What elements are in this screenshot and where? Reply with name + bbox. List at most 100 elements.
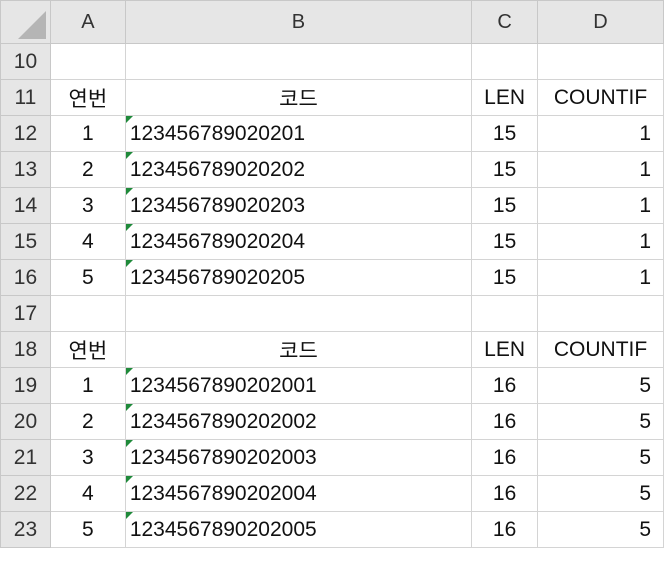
spreadsheet: A B C D 10 11 연번 코드 LEN COUNTIF 12 1 12345678902…	[0, 0, 664, 564]
row-header[interactable]: 19	[0, 367, 51, 404]
row-header[interactable]: 10	[0, 43, 51, 80]
table-row: 14 3 123456789020203 15 1	[0, 187, 664, 224]
cell-d[interactable]: COUNTIF	[537, 331, 664, 368]
table-row: 15 4 123456789020204 15 1	[0, 223, 664, 260]
cell-a[interactable]: 5	[49, 511, 126, 548]
cell-a[interactable]: 4	[49, 223, 126, 260]
cell-c[interactable]	[471, 43, 539, 80]
cell-d[interactable]: 1	[537, 259, 664, 296]
table-row: 18 연번 코드 LEN COUNTIF	[0, 331, 664, 368]
row-header[interactable]: 14	[0, 187, 51, 224]
cell-c[interactable]: 15	[471, 223, 539, 260]
column-header-c[interactable]: C	[471, 0, 539, 44]
cell-a[interactable]: 3	[49, 439, 126, 476]
cell-d[interactable]	[537, 295, 664, 332]
cell-a[interactable]: 1	[49, 115, 126, 152]
cell-b-value: 123456789020205	[129, 265, 306, 289]
cell-b[interactable]: 123456789020203	[124, 187, 473, 224]
cell-c[interactable]: 16	[471, 475, 539, 512]
cell-b-value: 1234567890202004	[129, 481, 317, 505]
error-indicator-icon	[126, 188, 133, 195]
cell-b[interactable]: 코드	[124, 331, 473, 368]
cell-b[interactable]: 1234567890202001	[124, 367, 473, 404]
row-header[interactable]: 15	[0, 223, 51, 260]
cell-c[interactable]: 15	[471, 259, 539, 296]
cell-b[interactable]: 1234567890202003	[124, 439, 473, 476]
error-indicator-icon	[126, 368, 133, 375]
cell-a[interactable]: 연번	[49, 331, 126, 368]
cell-a[interactable]: 2	[49, 151, 126, 188]
cell-c[interactable]: LEN	[471, 79, 539, 116]
row-header[interactable]: 20	[0, 403, 51, 440]
cell-a[interactable]: 2	[49, 403, 126, 440]
table-row: 13 2 123456789020202 15 1	[0, 151, 664, 188]
cell-d[interactable]: 1	[537, 187, 664, 224]
cell-b[interactable]	[124, 295, 473, 332]
cell-a[interactable]: 연번	[49, 79, 126, 116]
cell-d[interactable]: COUNTIF	[537, 79, 664, 116]
column-header-row: A B C D	[0, 0, 664, 44]
cell-c[interactable]: 16	[471, 403, 539, 440]
cell-b-value: 코드	[279, 87, 318, 111]
cell-b-value: 1234567890202001	[129, 373, 317, 397]
cell-b-value: 123456789020204	[129, 229, 306, 253]
cell-b[interactable]: 1234567890202004	[124, 475, 473, 512]
cell-c[interactable]: LEN	[471, 331, 539, 368]
cell-a[interactable]: 5	[49, 259, 126, 296]
cell-c[interactable]: 15	[471, 187, 539, 224]
cell-b[interactable]: 123456789020202	[124, 151, 473, 188]
cell-d[interactable]: 1	[537, 151, 664, 188]
cell-d[interactable]: 5	[537, 367, 664, 404]
error-indicator-icon	[126, 152, 133, 159]
cell-b[interactable]: 123456789020205	[124, 259, 473, 296]
row-header[interactable]: 11	[0, 79, 51, 116]
table-row: 17	[0, 295, 664, 332]
row-header[interactable]: 21	[0, 439, 51, 476]
cell-b[interactable]: 1234567890202005	[124, 511, 473, 548]
row-header[interactable]: 18	[0, 331, 51, 368]
cell-b[interactable]: 코드	[124, 79, 473, 116]
cell-b-value: 123456789020202	[129, 157, 306, 181]
cell-b-value: 1234567890202005	[129, 517, 317, 541]
cell-c[interactable]: 16	[471, 439, 539, 476]
cell-a[interactable]	[49, 43, 126, 80]
cell-d[interactable]: 5	[537, 403, 664, 440]
cell-c[interactable]: 16	[471, 511, 539, 548]
cell-d[interactable]	[537, 43, 664, 80]
cell-c[interactable]	[471, 295, 539, 332]
cell-b[interactable]: 123456789020201	[124, 115, 473, 152]
cell-a[interactable]: 3	[49, 187, 126, 224]
cell-c[interactable]: 16	[471, 367, 539, 404]
cell-b-value: 123456789020201	[129, 121, 306, 145]
error-indicator-icon	[126, 260, 133, 267]
row-header[interactable]: 16	[0, 259, 51, 296]
cell-c[interactable]: 15	[471, 151, 539, 188]
cell-b-value: 123456789020203	[129, 193, 306, 217]
error-indicator-icon	[126, 224, 133, 231]
column-header-a[interactable]: A	[49, 0, 126, 44]
column-header-d[interactable]: D	[537, 0, 664, 44]
cell-a[interactable]	[49, 295, 126, 332]
cell-d[interactable]: 5	[537, 511, 664, 548]
row-header[interactable]: 13	[0, 151, 51, 188]
row-header[interactable]: 12	[0, 115, 51, 152]
cell-a[interactable]: 4	[49, 475, 126, 512]
error-indicator-icon	[126, 116, 133, 123]
row-header[interactable]: 23	[0, 511, 51, 548]
row-header[interactable]: 17	[0, 295, 51, 332]
row-header[interactable]: 22	[0, 475, 51, 512]
cell-a[interactable]: 1	[49, 367, 126, 404]
cell-b-value: 코드	[279, 339, 318, 363]
cell-b[interactable]	[124, 43, 473, 80]
cell-d[interactable]: 1	[537, 115, 664, 152]
cell-b[interactable]: 123456789020204	[124, 223, 473, 260]
table-row: 19 1 1234567890202001 16 5	[0, 367, 664, 404]
select-all-corner[interactable]	[0, 0, 51, 44]
column-header-b[interactable]: B	[124, 0, 473, 44]
cell-b[interactable]: 1234567890202002	[124, 403, 473, 440]
table-row: 23 5 1234567890202005 16 5	[0, 511, 664, 548]
cell-c[interactable]: 15	[471, 115, 539, 152]
cell-d[interactable]: 5	[537, 439, 664, 476]
cell-d[interactable]: 1	[537, 223, 664, 260]
cell-d[interactable]: 5	[537, 475, 664, 512]
